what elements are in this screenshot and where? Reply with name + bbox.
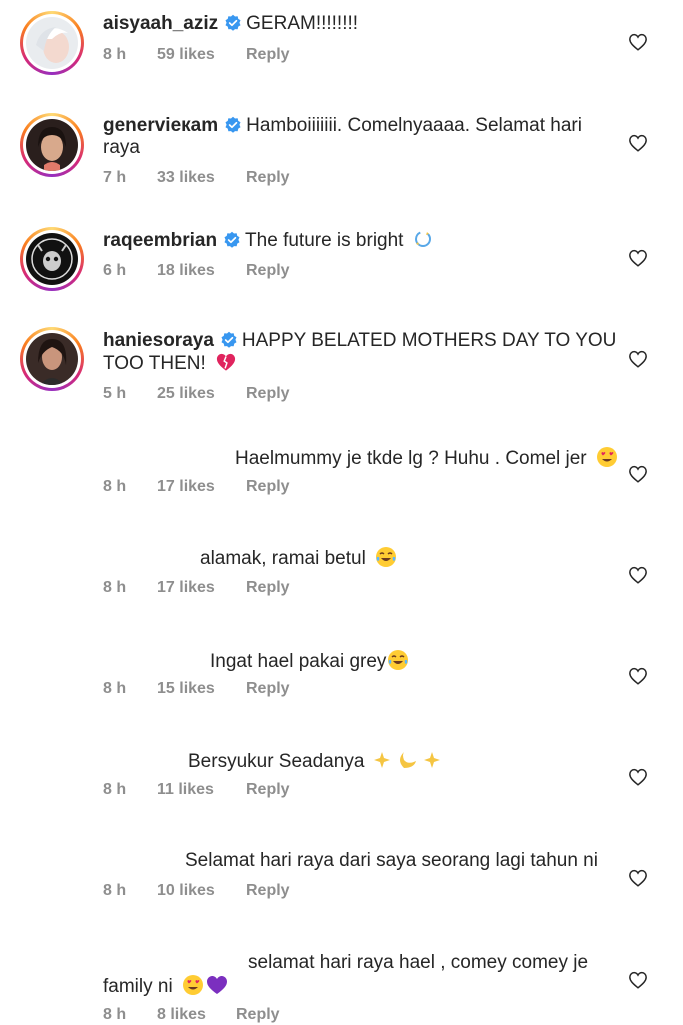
reply-button[interactable]: Reply <box>246 881 290 901</box>
comment-likes[interactable]: 10 likes <box>157 881 215 901</box>
tears-of-joy-emoji-icon <box>376 547 397 567</box>
broken-heart-emoji-icon <box>216 353 236 371</box>
avatar-ring[interactable] <box>20 327 84 391</box>
sparkles-moon-emoji-icon <box>373 752 440 768</box>
comment-username[interactable]: genervieкam <box>103 115 218 136</box>
reply-button[interactable]: Reply <box>246 45 290 65</box>
heart-outline-icon[interactable] <box>628 134 648 152</box>
comment-time: 6 h <box>103 262 127 279</box>
comment-text-continued: raya <box>103 137 140 158</box>
comment-time: 8 h <box>103 680 127 697</box>
heart-outline-icon[interactable] <box>628 350 648 368</box>
heart-outline-icon[interactable] <box>628 33 648 51</box>
heart-outline-icon[interactable] <box>628 768 648 786</box>
comment-time: 8 h <box>103 1006 127 1023</box>
heart-eyes-emoji-icon <box>596 447 617 467</box>
heart-outline-icon[interactable] <box>628 971 648 989</box>
reply-button[interactable]: Reply <box>246 477 290 497</box>
comment-text: Bersyukur Seadanya <box>188 751 365 772</box>
comment-likes[interactable]: 8 likes <box>157 1005 206 1025</box>
comment-likes[interactable]: 15 likes <box>157 679 215 699</box>
comment-time: 8 h <box>103 579 127 596</box>
comment-text: GERAM!!!!!!!! <box>246 13 359 34</box>
reply-button[interactable]: Reply <box>246 679 290 699</box>
avatar-ring[interactable] <box>20 113 84 177</box>
avatar[interactable] <box>26 119 78 171</box>
verified-badge-icon <box>225 116 241 133</box>
heart-outline-icon[interactable] <box>628 566 648 584</box>
comment-username[interactable]: haniesoraya <box>103 330 214 351</box>
comment-likes[interactable]: 25 likes <box>157 384 215 404</box>
comment-time: 8 h <box>103 882 127 899</box>
heart-outline-icon[interactable] <box>628 667 648 685</box>
comment-time: 8 h <box>103 781 127 798</box>
comment-text: Haelmummy je tkde lg ? Huhu . Comel jer <box>235 448 587 469</box>
comment-text: The future is bright <box>245 230 404 251</box>
heart-outline-icon[interactable] <box>628 869 648 887</box>
comment-text: HAPPY BELATED MOTHERS DAY TO YOU <box>241 330 617 351</box>
comment-likes[interactable]: 33 likes <box>157 168 215 188</box>
avatar-ring[interactable] <box>20 227 84 291</box>
avatar-ring[interactable] <box>20 11 84 75</box>
dizzy-emoji-icon <box>414 231 431 247</box>
reply-button[interactable]: Reply <box>246 578 290 598</box>
comment-text: Ingat hael pakai grey <box>210 651 387 672</box>
reply-button[interactable]: Reply <box>246 261 290 281</box>
heart-outline-icon[interactable] <box>628 465 648 483</box>
comment-time: 7 h <box>103 169 127 186</box>
comment-text: selamat hari raya hael , comey comey je <box>248 952 589 973</box>
reply-button[interactable]: Reply <box>246 384 290 404</box>
comment-likes[interactable]: 11 likes <box>157 780 214 800</box>
comment-username[interactable]: raqeembrian <box>103 230 217 251</box>
verified-badge-icon <box>225 14 241 31</box>
verified-badge-icon <box>224 231 240 248</box>
comment-likes[interactable]: 59 likes <box>157 45 215 65</box>
comment-time: 8 h <box>103 478 127 495</box>
comment-username[interactable]: aisyaah_aziz <box>103 13 218 34</box>
heart-eyes-purple-heart-emoji-icon <box>182 975 227 995</box>
verified-badge-icon <box>221 331 237 348</box>
comment-text: Hamboiiiiiii. Comelnyaaaa. Selamat hari <box>246 115 582 136</box>
comment-likes[interactable]: 18 likes <box>157 261 215 281</box>
avatar[interactable] <box>26 233 78 285</box>
reply-button[interactable]: Reply <box>246 780 290 800</box>
comment-text: alamak, ramai betul <box>200 548 366 569</box>
comment-time: 5 h <box>103 385 127 402</box>
comment-text-continued: TOO THEN! <box>103 353 206 374</box>
comment-text-continued: family ni <box>103 976 173 997</box>
heart-outline-icon[interactable] <box>628 249 648 267</box>
comment-likes[interactable]: 17 likes <box>157 477 215 497</box>
tears-of-joy-emoji-icon <box>388 650 409 670</box>
comment-text: Selamat hari raya dari saya seorang lagi… <box>185 850 598 871</box>
avatar[interactable] <box>26 333 78 385</box>
comment-likes[interactable]: 17 likes <box>157 578 215 598</box>
reply-button[interactable]: Reply <box>246 168 290 188</box>
comment-time: 8 h <box>103 46 127 63</box>
avatar[interactable] <box>26 17 78 69</box>
reply-button[interactable]: Reply <box>236 1005 280 1025</box>
